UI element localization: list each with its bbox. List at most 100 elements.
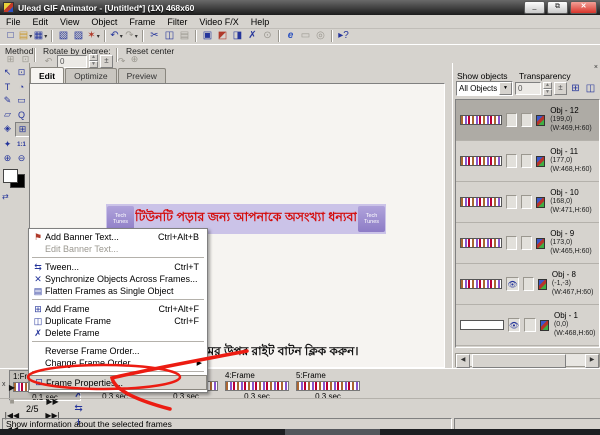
object-lock-cell[interactable] xyxy=(521,195,533,209)
scroll-left-icon[interactable]: ◀ xyxy=(456,354,470,368)
menu-item-synchronize-objects[interactable]: ✕ Synchronize Objects Across Frames... xyxy=(29,273,207,285)
wand-icon[interactable]: ✶ ▾ xyxy=(86,29,101,43)
menu-frame[interactable]: Frame xyxy=(123,16,161,28)
tween-button[interactable]: ⇆ xyxy=(71,402,87,416)
tab-optimize[interactable]: Optimize xyxy=(65,68,117,83)
menu-item-change-frame-order[interactable]: Change Frame Order ▶ xyxy=(29,357,207,369)
rotate-degree-input[interactable]: 0 xyxy=(57,54,87,68)
save-file-icon[interactable]: ▦ ▾ xyxy=(33,29,48,43)
object-lock-cell[interactable] xyxy=(521,113,533,127)
brush-tool[interactable]: ✎ xyxy=(1,94,14,107)
menu-item-tween[interactable]: ⇆ Tween... Ctrl+T xyxy=(29,261,207,273)
object-row[interactable]: 👁 Obj - 1 (0,0)(W:468,H:60) xyxy=(456,305,599,346)
new-file-icon[interactable]: □ xyxy=(3,29,18,43)
zoom-out-tool[interactable]: ⊖ xyxy=(15,152,28,165)
fill-tool[interactable]: ◈ xyxy=(1,122,14,135)
transparency-spinner[interactable]: ▲ ▼ xyxy=(543,81,552,96)
rotate-plusminus-button[interactable]: ± xyxy=(100,54,113,68)
menu-item-frame-properties[interactable]: ⊡ Frame Properties... xyxy=(29,375,207,390)
object-visibility-cell[interactable] xyxy=(505,195,518,209)
show-objects-select[interactable]: All Objects ▼ xyxy=(456,81,513,96)
transform-tool[interactable]: ⊡ xyxy=(15,66,28,79)
menu-filter[interactable]: Filter xyxy=(161,16,193,28)
redo-icon[interactable]: ↷ ▾ xyxy=(124,29,139,43)
restore-button[interactable]: ⧉ xyxy=(547,1,568,14)
cut-icon[interactable]: ✂ xyxy=(147,29,162,43)
object-lock-cell[interactable] xyxy=(522,277,534,291)
stop-button[interactable]: ■ xyxy=(4,395,20,409)
add-video-icon[interactable]: ▨ xyxy=(71,29,86,43)
undo-icon[interactable]: ↶ ▾ xyxy=(109,29,124,43)
browser-preview-icon[interactable]: e xyxy=(283,29,298,43)
rotate-degree-spinner[interactable]: ▲ ▼ xyxy=(89,54,98,68)
object-row[interactable]: Obj - 11 (177,0)(W:468,H:60) xyxy=(456,141,599,182)
menu-item-flatten-frames[interactable]: ▤ Flatten Frames as Single Object xyxy=(29,285,207,297)
object-visibility-cell[interactable] xyxy=(505,154,518,168)
transparency-plusminus-button[interactable]: ± xyxy=(554,82,567,95)
minimize-button[interactable]: _ xyxy=(524,1,545,14)
object-lock-cell[interactable] xyxy=(524,318,536,332)
menu-item-delete-frame[interactable]: ✗ Delete Frame xyxy=(29,327,207,339)
menu-file[interactable]: File xyxy=(0,16,27,28)
close-button[interactable]: ✕ xyxy=(570,1,597,14)
tab-edit[interactable]: Edit xyxy=(30,67,65,83)
combo-dropdown-icon[interactable]: ▼ xyxy=(499,82,512,95)
frame-view-icon[interactable]: ▣ xyxy=(200,29,215,43)
paste-icon[interactable]: ▤ xyxy=(177,29,192,43)
object-lock-cell[interactable] xyxy=(521,154,533,168)
object-visibility-cell[interactable] xyxy=(505,113,518,127)
menu-edit[interactable]: Edit xyxy=(27,16,55,28)
frame-cell[interactable]: 4:Frame 0.3 sec xyxy=(222,370,292,401)
add-image-icon[interactable]: ▧ xyxy=(56,29,71,43)
transparency-input[interactable]: 0 xyxy=(515,82,541,95)
object-list-hscrollbar[interactable]: ◀ ▶ xyxy=(455,353,600,368)
menu-item-add-frame[interactable]: ⊞ Add Frame Ctrl+Alt+F xyxy=(29,303,207,315)
scroll-thumb[interactable] xyxy=(472,354,566,368)
swap-colors-icon[interactable]: ⇄ xyxy=(2,192,29,201)
rotate-left-icon[interactable]: ↶ xyxy=(42,56,55,66)
menu-view[interactable]: View xyxy=(54,16,85,28)
scroll-right-icon[interactable]: ▶ xyxy=(585,354,599,368)
zoom-in-tool[interactable]: ⊕ xyxy=(1,152,14,165)
video-fx-icon[interactable]: ◨ xyxy=(230,29,245,43)
object-visibility-cell[interactable] xyxy=(505,236,518,250)
new-object-icon[interactable]: ⊞ xyxy=(569,82,582,95)
taskbar-button[interactable] xyxy=(285,429,380,435)
object-row[interactable]: Obj - 10 (168,0)(W:471,H:60) xyxy=(456,182,599,223)
object-row[interactable]: 👁 Obj - 8 (-1,-3)(W:467,H:60) xyxy=(456,264,599,305)
eyedropper-tool[interactable]: ✦ xyxy=(1,138,14,151)
frame-cell[interactable]: 5:Frame 0.3 sec xyxy=(293,370,363,401)
object-row[interactable]: Obj - 12 (199,0)(W:469,H:60) xyxy=(456,100,599,141)
ellipse-tool[interactable]: ◔ xyxy=(15,80,28,93)
tab-preview[interactable]: Preview xyxy=(117,68,166,83)
menu-videofx[interactable]: Video F/X xyxy=(193,16,244,28)
delete-object-icon[interactable]: ✗ xyxy=(245,29,260,43)
object-visibility-cell[interactable]: 👁 xyxy=(507,318,521,332)
menu-help[interactable]: Help xyxy=(245,16,276,28)
selection-tool[interactable]: ▭ xyxy=(15,94,28,107)
menu-item-duplicate-frame[interactable]: ◫ Duplicate Frame Ctrl+F xyxy=(29,315,207,327)
object-row[interactable]: Obj - 9 (173,0)(W:465,H:60) xyxy=(456,223,599,264)
object-visibility-cell[interactable]: 👁 xyxy=(506,277,519,291)
filters-icon[interactable]: ◩ xyxy=(215,29,230,43)
play-button[interactable]: ▶ xyxy=(4,381,20,395)
duplicate-object-icon[interactable]: ◫ xyxy=(584,82,597,95)
context-help-icon[interactable]: ▸? xyxy=(336,29,351,43)
capture-icon[interactable]: ◎ xyxy=(313,29,328,43)
actual-size-tool[interactable]: 1:1 xyxy=(15,138,28,151)
foreground-color-swatch[interactable] xyxy=(3,169,18,183)
eraser-tool[interactable]: ▱ xyxy=(1,108,14,121)
text-tool[interactable]: T xyxy=(1,80,14,93)
reset-center-icon[interactable]: ⊕ xyxy=(128,54,141,64)
optimize-icon[interactable]: ⊙ xyxy=(260,29,275,43)
copy-icon[interactable]: ◫ xyxy=(162,29,177,43)
menu-item-add-banner-text[interactable]: ⚑ Add Banner Text... Ctrl+Alt+B xyxy=(29,231,207,243)
menu-item-reverse-frame-order[interactable]: Reverse Frame Order... xyxy=(29,345,207,357)
panel-close-icon[interactable]: × xyxy=(594,64,598,71)
open-file-icon[interactable]: ▤ ▾ xyxy=(18,29,33,43)
monitor-icon[interactable]: ▭ xyxy=(298,29,313,43)
lasso-tool[interactable]: Q xyxy=(15,108,28,121)
object-lock-cell[interactable] xyxy=(521,236,533,250)
grid-tool[interactable]: ⊞ xyxy=(15,122,30,137)
menu-object[interactable]: Object xyxy=(85,16,123,28)
